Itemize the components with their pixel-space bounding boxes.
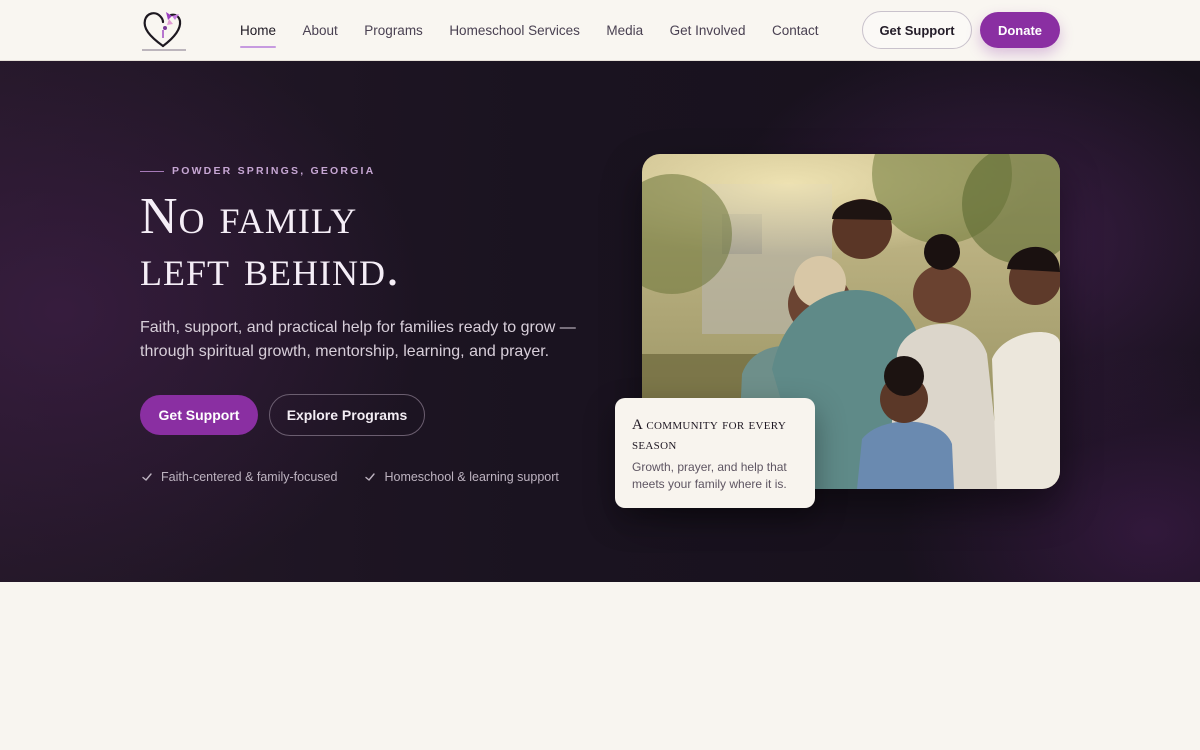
- nav-media[interactable]: Media: [606, 0, 643, 61]
- explore-programs-button[interactable]: Explore Programs: [269, 394, 425, 436]
- feature-checks: Faith-centered & family-focused Homescho…: [141, 470, 586, 484]
- check-icon: [365, 473, 376, 481]
- community-card-title: A community for every season: [632, 417, 787, 453]
- get-support-button[interactable]: Get Support: [140, 395, 258, 435]
- nav-home[interactable]: Home: [240, 0, 277, 61]
- hero-title-line-2: left behind.: [140, 240, 400, 297]
- logo-heart-icon: [142, 12, 186, 51]
- logo[interactable]: [139, 6, 189, 54]
- check-icon: [142, 473, 152, 481]
- nav-about[interactable]: About: [303, 0, 338, 61]
- community-card-body: Growth, prayer, and help that meets your…: [632, 460, 787, 491]
- check-item: Homeschool & learning support: [364, 470, 559, 484]
- community-card: A community for every season Growth, pra…: [615, 398, 815, 508]
- hero-section: POWDER SPRINGS, GEORGIA No family left b…: [0, 61, 1200, 582]
- hero-title-line-1: No family: [140, 188, 358, 245]
- header-get-support-button[interactable]: Get Support: [862, 11, 972, 49]
- main-nav: Home About Programs Homeschool Services …: [240, 0, 845, 61]
- nav-homeschool-services[interactable]: Homeschool Services: [449, 0, 580, 61]
- check-label: Faith-centered & family-focused: [161, 470, 338, 484]
- check-item: Faith-centered & family-focused: [141, 470, 337, 484]
- nav-contact[interactable]: Contact: [772, 0, 819, 61]
- donate-button[interactable]: Donate: [980, 12, 1060, 48]
- check-label: Homeschool & learning support: [384, 470, 559, 484]
- nav-programs[interactable]: Programs: [364, 0, 423, 61]
- eyebrow-divider: [140, 170, 164, 172]
- site-header: Home About Programs Homeschool Services …: [0, 0, 1200, 61]
- hero-title: No family left behind.: [140, 191, 600, 295]
- nav-get-involved[interactable]: Get Involved: [670, 0, 746, 61]
- eyebrow-location: POWDER SPRINGS, GEORGIA: [172, 165, 376, 177]
- eyebrow: POWDER SPRINGS, GEORGIA: [140, 165, 375, 177]
- hero-subtitle: Faith, support, and practical help for f…: [140, 319, 576, 360]
